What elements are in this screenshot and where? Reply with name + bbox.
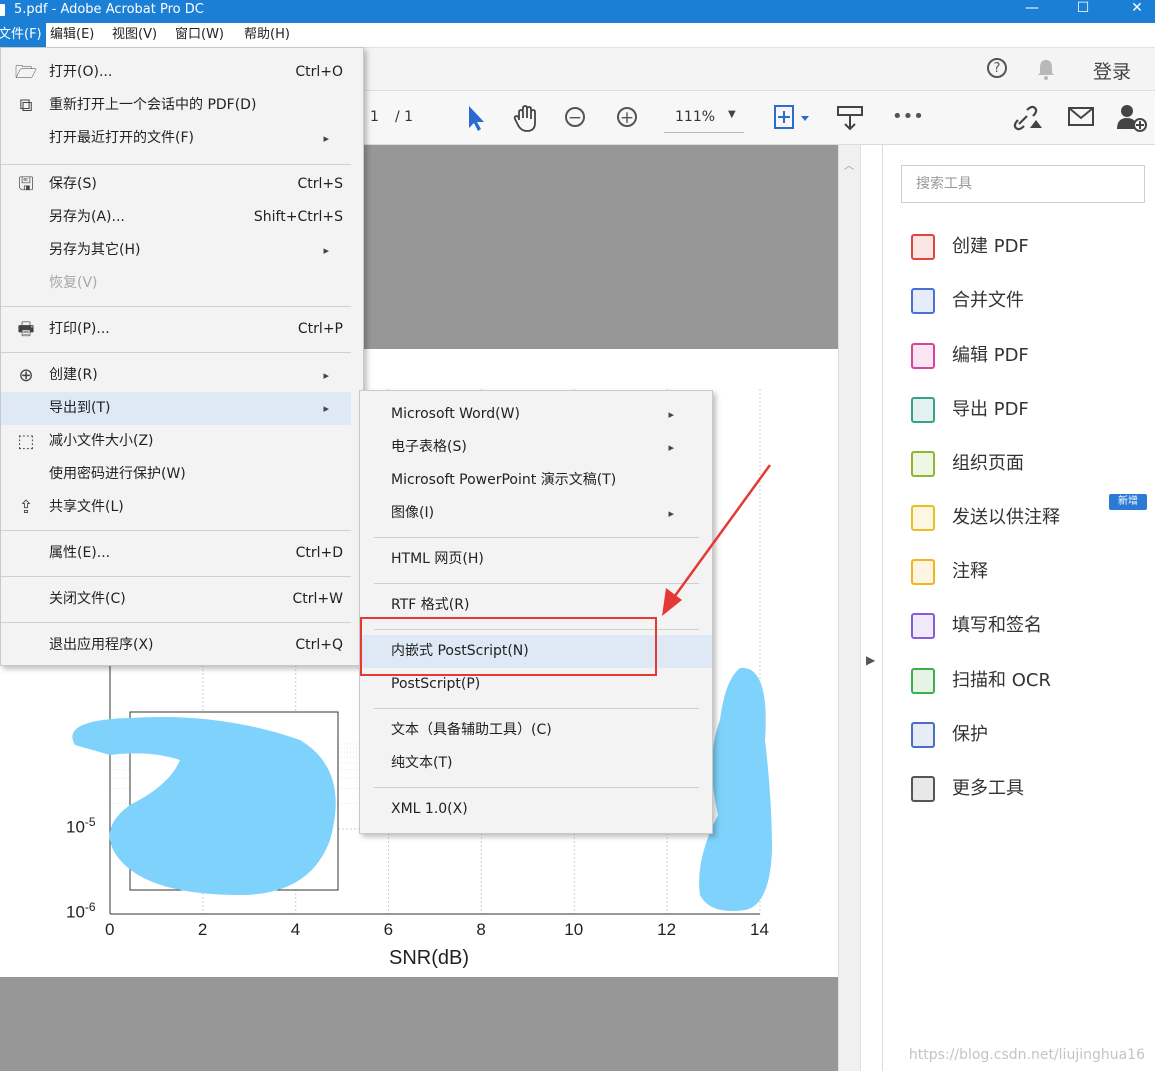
create-icon: ⊕: [18, 365, 34, 386]
export-menu-item-label: 电子表格(S): [391, 439, 467, 455]
export-menu-item[interactable]: 纯文本(T): [360, 747, 712, 780]
menu-separator: [374, 787, 699, 788]
export-menu-item-label: XML 1.0(X): [391, 801, 468, 817]
menu-separator: [1, 164, 351, 165]
file-menu-item-label: 打开(O)...: [49, 64, 113, 80]
file-menu-item[interactable]: ⧉ 重新打开上一个会话中的 PDF(D): [1, 89, 351, 122]
shortcut-label: Ctrl+Q: [295, 637, 343, 653]
file-menu-item-label: 保存(S): [49, 176, 97, 192]
export-menu-item-label: 图像(I): [391, 505, 435, 521]
export-menu-item[interactable]: XML 1.0(X): [360, 793, 712, 826]
file-menu-item[interactable]: 退出应用程序(X) Ctrl+Q: [1, 629, 351, 662]
file-menu-item-label: 打开最近打开的文件(F): [49, 130, 194, 146]
file-menu-item[interactable]: 使用密码进行保护(W): [1, 458, 351, 491]
save-icon: 🖫: [18, 174, 34, 195]
file-menu-item-label: 共享文件(L): [49, 499, 124, 515]
submenu-arrow-icon: ▸: [323, 244, 329, 257]
file-menu-item[interactable]: 🖶 打印(P)... Ctrl+P: [1, 313, 351, 346]
file-menu-item: 恢复(V): [1, 267, 351, 300]
file-menu-item-label: 另存为其它(H): [49, 242, 141, 258]
print-icon: 🖶: [17, 319, 35, 340]
compress-icon: ⬚: [17, 431, 35, 452]
export-menu-item-label: 纯文本(T): [391, 755, 453, 771]
share-icon: ⇪: [18, 497, 34, 518]
file-menu-item-label: 创建(R): [49, 367, 98, 383]
export-menu-item-label: 文本（具备辅助工具）(C): [391, 722, 552, 738]
file-menu-item-label: 恢复(V): [49, 275, 98, 291]
file-menu-item[interactable]: ⇪ 共享文件(L): [1, 491, 351, 524]
file-menu-item[interactable]: 打开最近打开的文件(F) ▸: [1, 122, 351, 155]
shortcut-label: Ctrl+D: [295, 545, 343, 561]
menu-separator: [1, 306, 351, 307]
file-menu: 🗁 打开(O)... Ctrl+O ⧉ 重新打开上一个会话中的 PDF(D) 打开最近打开…: [0, 47, 364, 666]
watermark: https://blog.csdn.net/liujinghua16: [908, 1047, 1145, 1063]
export-menu-item[interactable]: Microsoft Word(W) ▸: [360, 398, 712, 431]
shortcut-label: Ctrl+S: [297, 176, 343, 192]
reopen-icon: ⧉: [19, 95, 33, 116]
file-menu-item-label: 重新打开上一个会话中的 PDF(D): [49, 97, 257, 113]
file-menu-item[interactable]: ⬚ 减小文件大小(Z): [1, 425, 351, 458]
file-menu-item[interactable]: 另存为其它(H) ▸: [1, 234, 351, 267]
export-menu-item-label: Microsoft Word(W): [391, 406, 520, 422]
file-menu-item[interactable]: 属性(E)... Ctrl+D: [1, 537, 351, 570]
file-menu-item-label: 关闭文件(C): [49, 591, 126, 607]
file-menu-item[interactable]: 🗁 打开(O)... Ctrl+O: [1, 56, 351, 89]
submenu-arrow-icon: ▸: [668, 408, 674, 421]
export-menu-item-label: HTML 网页(H): [391, 551, 484, 567]
file-menu-item-label: 导出到(T): [49, 400, 111, 416]
shortcut-label: Ctrl+P: [297, 321, 343, 337]
file-menu-item[interactable]: 🖫 保存(S) Ctrl+S: [1, 168, 351, 201]
menu-separator: [1, 622, 351, 623]
file-menu-item[interactable]: 关闭文件(C) Ctrl+W: [1, 583, 351, 616]
export-menu-item-label: Microsoft PowerPoint 演示文稿(T): [391, 472, 617, 488]
file-menu-item-label: 退出应用程序(X): [49, 637, 154, 653]
file-menu-item-label: 使用密码进行保护(W): [49, 466, 186, 482]
annotation-arrow: [662, 464, 772, 616]
shortcut-label: Shift+Ctrl+S: [253, 209, 343, 225]
menu-separator: [1, 530, 351, 531]
file-menu-item[interactable]: 另存为(A)... Shift+Ctrl+S: [1, 201, 351, 234]
menu-separator: [1, 352, 351, 353]
file-menu-item[interactable]: 导出到(T) ▸: [1, 392, 351, 425]
submenu-arrow-icon: ▸: [323, 402, 329, 415]
shortcut-label: Ctrl+W: [292, 591, 343, 607]
shortcut-label: Ctrl+O: [295, 64, 343, 80]
file-menu-item-label: 减小文件大小(Z): [49, 433, 154, 449]
menu-separator: [1, 576, 351, 577]
annotation-highlight-box: [360, 617, 657, 676]
file-menu-item-label: 另存为(A)...: [49, 209, 125, 225]
file-menu-item-label: 属性(E)...: [49, 545, 111, 561]
menu-separator: [374, 708, 699, 709]
file-menu-item-label: 打印(P)...: [49, 321, 110, 337]
export-menu-item[interactable]: 文本（具备辅助工具）(C): [360, 714, 712, 747]
submenu-arrow-icon: ▸: [323, 369, 329, 382]
submenu-arrow-icon: ▸: [323, 132, 329, 145]
folder-open-icon: 🗁: [14, 62, 38, 83]
file-menu-item[interactable]: ⊕ 创建(R) ▸: [1, 359, 351, 392]
